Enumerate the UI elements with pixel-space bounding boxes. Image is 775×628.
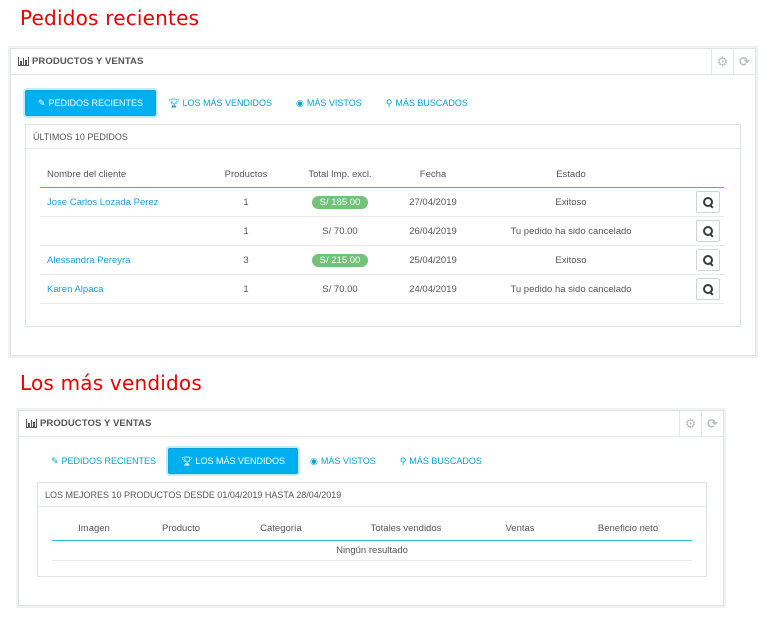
best-sellers-subpanel: LOS MEJORES 10 PRODUCTOS DESDE 01/04/201… <box>37 482 707 577</box>
products-count: 1 <box>243 283 249 295</box>
products-count: 3 <box>243 254 249 266</box>
tab-bar: ✎ PEDIDOS RECIENTES 🏆︎ LOS MÁS VENDIDOS ◉ M… <box>39 448 494 474</box>
products-sales-panel-1: PRODUCTOS Y VENTAS ⚙ ⟳ ✎ PEDIDOS RECIENTE… <box>8 46 758 358</box>
order-date: 24/04/2019 <box>409 283 457 295</box>
eye-icon: ◉ <box>296 97 304 108</box>
search-icon: ⚲ <box>399 455 407 466</box>
col-category: Categoría <box>260 523 302 534</box>
magnifier-icon <box>702 196 714 208</box>
trophy-icon: 🏆︎ <box>181 455 193 466</box>
bar-chart-icon <box>18 57 29 66</box>
panel-title: PRODUCTOS Y VENTAS <box>32 56 144 67</box>
configure-gear-icon[interactable]: ⚙ <box>679 411 701 436</box>
refresh-icon[interactable]: ⟳ <box>733 49 755 74</box>
pencil-icon: ✎ <box>38 97 46 108</box>
subpanel-title: ÚLTIMOS 10 PEDIDOS <box>26 125 740 149</box>
magnifier-icon <box>702 283 714 295</box>
col-status: Estado <box>556 169 586 180</box>
bar-chart-icon <box>26 419 37 428</box>
search-icon: ⚲ <box>385 97 393 108</box>
col-date: Fecha <box>419 169 447 180</box>
tab-top-searches[interactable]: ⚲ MÁS BUSCADOS <box>374 90 480 116</box>
pencil-icon: ✎ <box>51 455 59 466</box>
view-order-button[interactable] <box>696 249 720 271</box>
col-sales: Ventas <box>505 523 535 534</box>
section-heading-best-sellers: Los más vendidos <box>20 371 202 395</box>
empty-message: Ningún resultado <box>336 545 408 556</box>
total-amount: S/ 70.00 <box>322 225 358 237</box>
order-date: 26/04/2019 <box>409 225 457 237</box>
table-header: Nombre del cliente Productos Total Imp. … <box>40 169 724 180</box>
tab-recent-orders[interactable]: ✎ PEDIDOS RECIENTES <box>39 448 168 474</box>
tab-best-sellers[interactable]: 🏆︎ LOS MÁS VENDIDOS <box>168 448 299 474</box>
order-status: Exitoso <box>555 196 587 208</box>
col-product: Producto <box>161 523 201 534</box>
subpanel-title: LOS MEJORES 10 PRODUCTOS DESDE 01/04/201… <box>38 483 706 507</box>
tab-bar: ✎ PEDIDOS RECIENTES 🏆︎ LOS MÁS VENDIDOS ◉ M… <box>25 90 480 116</box>
configure-gear-icon[interactable]: ⚙ <box>711 49 733 74</box>
magnifier-icon <box>702 225 714 237</box>
order-status: Exitoso <box>555 254 587 266</box>
total-badge: S/ 215.00 <box>311 253 369 267</box>
view-order-button[interactable] <box>696 220 720 242</box>
col-image: Imagen <box>78 523 110 534</box>
total-badge: S/ 185.00 <box>311 195 369 209</box>
tab-most-viewed[interactable]: ◉ MÁS VISTOS <box>298 448 388 474</box>
customer-link[interactable]: Jose Carlos Lozada Perez <box>40 197 206 208</box>
tab-most-viewed[interactable]: ◉ MÁS VISTOS <box>284 90 374 116</box>
table-row: Karen Alpaca 1 S/ 70.00 24/04/2019 Tu pe… <box>40 275 724 304</box>
recent-orders-subpanel: ÚLTIMOS 10 PEDIDOS Nombre del cliente Pr… <box>25 124 741 327</box>
refresh-icon[interactable]: ⟳ <box>701 411 723 436</box>
table-row: Alessandra Pereyra 3 S/ 215.00 25/04/201… <box>40 246 724 275</box>
customer-link[interactable]: Alessandra Pereyra <box>40 255 206 266</box>
col-customer: Nombre del cliente <box>47 169 127 180</box>
table-row: 1 S/ 70.00 26/04/2019 Tu pedido ha sido … <box>40 217 724 246</box>
order-date: 25/04/2019 <box>409 254 457 266</box>
col-total: Total Imp. excl. <box>308 169 372 180</box>
tab-top-searches[interactable]: ⚲ MÁS BUSCADOS <box>388 448 494 474</box>
trophy-icon: 🏆︎ <box>168 97 180 108</box>
panel-title: PRODUCTOS Y VENTAS <box>40 418 152 429</box>
magnifier-icon <box>702 254 714 266</box>
tab-best-sellers[interactable]: 🏆︎ LOS MÁS VENDIDOS <box>156 90 284 116</box>
table-row: Jose Carlos Lozada Perez 1 S/ 185.00 27/… <box>40 188 724 217</box>
order-date: 27/04/2019 <box>409 196 457 208</box>
products-count: 1 <box>243 225 249 237</box>
empty-row: Ningún resultado <box>52 541 692 561</box>
tab-recent-orders[interactable]: ✎ PEDIDOS RECIENTES <box>25 90 157 116</box>
section-heading-recent-orders: Pedidos recientes <box>20 6 200 30</box>
view-order-button[interactable] <box>696 191 720 213</box>
products-count: 1 <box>243 196 249 208</box>
products-sales-panel-2: PRODUCTOS Y VENTAS ⚙ ⟳ ✎ PEDIDOS RECIENTE… <box>16 408 726 608</box>
order-status: Tu pedido ha sido cancelado <box>510 225 632 237</box>
eye-icon: ◉ <box>310 455 318 466</box>
col-products: Productos <box>224 169 268 180</box>
panel-header: PRODUCTOS Y VENTAS ⚙ ⟳ <box>19 411 723 437</box>
total-amount: S/ 70.00 <box>322 283 358 295</box>
table-header: Imagen Producto Categoría Totales vendid… <box>52 523 692 534</box>
order-status: Tu pedido ha sido cancelado <box>510 283 632 295</box>
panel-header: PRODUCTOS Y VENTAS ⚙ ⟳ <box>11 49 755 75</box>
col-total-sold: Totales vendidos <box>370 523 442 534</box>
customer-link[interactable]: Karen Alpaca <box>40 284 206 295</box>
col-net-profit: Beneficio neto <box>597 523 659 534</box>
view-order-button[interactable] <box>696 278 720 300</box>
